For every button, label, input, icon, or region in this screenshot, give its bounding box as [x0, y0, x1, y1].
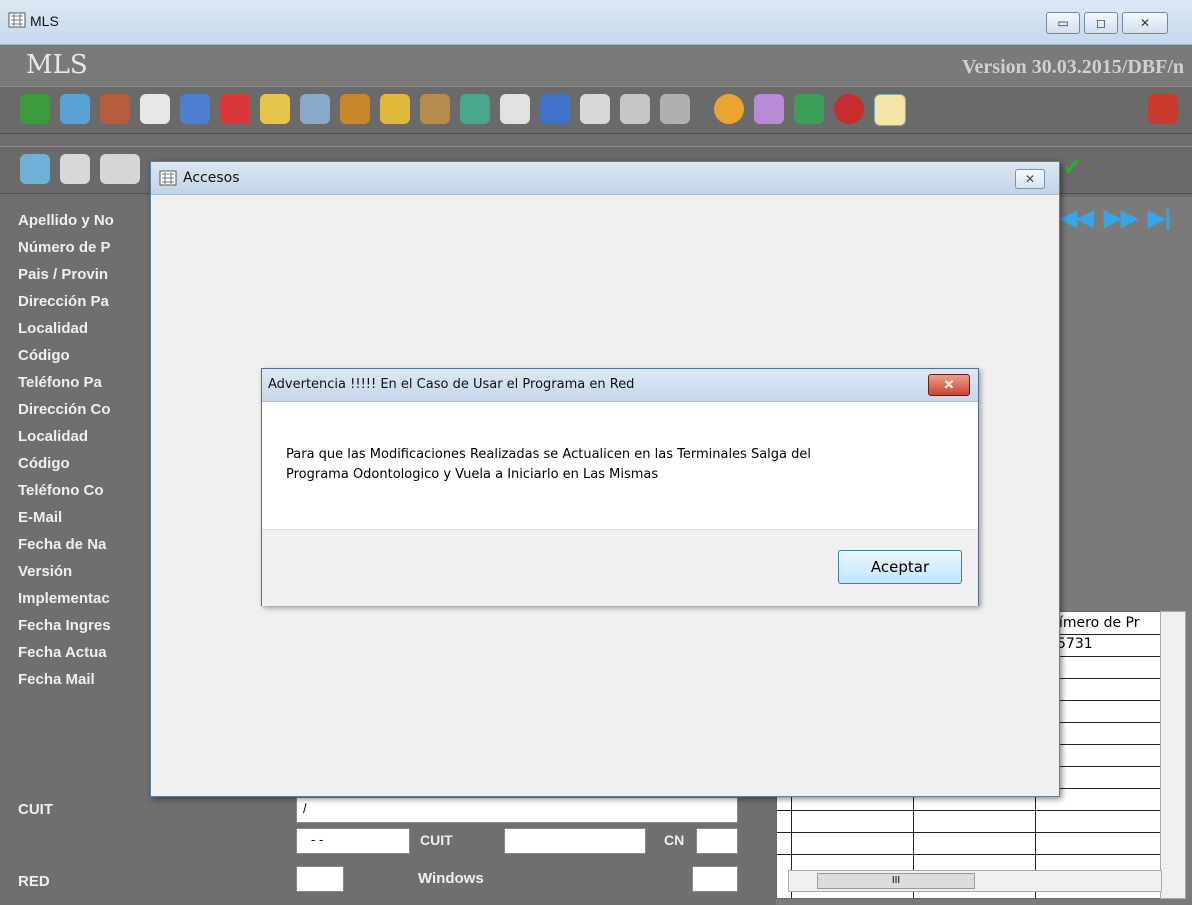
grid-header: ímero de Pr	[1059, 615, 1140, 631]
label-email: E-Mail	[18, 509, 63, 526]
notepad-icon[interactable]	[140, 94, 170, 124]
exit-person-icon[interactable]	[794, 94, 824, 124]
image-icon[interactable]	[460, 94, 490, 124]
cuit-input[interactable]: /	[296, 797, 738, 823]
tool-icon[interactable]	[420, 94, 450, 124]
grid-vertical-scrollbar[interactable]	[1160, 611, 1186, 899]
accesos-dialog: Accesos ✕ Advertencia !!!!! En el Caso d…	[150, 161, 1060, 797]
label-pais: Pais / Provin	[18, 266, 109, 283]
grid-line	[777, 832, 1161, 833]
label-apellido: Apellido y No	[18, 212, 114, 229]
apple-icon[interactable]	[834, 94, 864, 124]
maximize-button[interactable]: ◻	[1084, 12, 1118, 34]
cuit-value: /	[303, 801, 307, 816]
window-title: MLS	[30, 13, 59, 29]
check-icon[interactable]: ✔	[1062, 153, 1082, 182]
main-toolbar	[0, 86, 1192, 134]
warning-titlebar: Advertencia !!!!! En el Caso de Usar el …	[262, 369, 978, 402]
coin-icon[interactable]	[714, 94, 744, 124]
label-implementacion: Implementac	[18, 590, 110, 607]
label-direccion-co: Dirección Co	[18, 401, 111, 418]
accesos-close-button[interactable]: ✕	[1015, 169, 1045, 189]
aceptar-button[interactable]: Aceptar	[838, 550, 962, 584]
label-cuit: CUIT	[18, 801, 53, 818]
label-fecha-ingreso: Fecha Ingres	[18, 617, 111, 634]
cn-label: CN	[664, 832, 685, 848]
book-icon[interactable]	[220, 94, 250, 124]
grid-first-value: 5731	[1057, 636, 1093, 652]
search-icon[interactable]	[380, 94, 410, 124]
label-localidad-2: Localidad	[18, 428, 89, 445]
warning-message-line1: Para que las Modificaciones Realizadas s…	[286, 447, 812, 462]
key-icon[interactable]	[874, 94, 906, 126]
door-exit-icon[interactable]	[1148, 94, 1178, 124]
lab-icon[interactable]	[180, 94, 210, 124]
label-fecha-actualizacion: Fecha Actua	[18, 644, 107, 661]
label-numero: Número de P	[18, 239, 111, 256]
user-remove-icon[interactable]	[100, 94, 130, 124]
label-codigo: Código	[18, 347, 70, 364]
grid-line	[777, 810, 1161, 811]
calculator-icon[interactable]	[540, 94, 570, 124]
calendar-icon[interactable]	[580, 94, 610, 124]
accesos-title: Accesos	[183, 170, 240, 186]
label-codigo-2: Código	[18, 455, 70, 472]
windows-input[interactable]	[692, 866, 738, 892]
font-icon[interactable]	[300, 94, 330, 124]
implant-icon[interactable]	[620, 94, 650, 124]
eraser-icon[interactable]	[260, 94, 290, 124]
label-fecha-nac: Fecha de Na	[18, 536, 107, 553]
label-fecha-mail: Fecha Mail	[18, 671, 95, 688]
app-name: MLS	[26, 50, 88, 80]
grid-horizontal-scrollbar[interactable]: III	[788, 870, 1162, 892]
label-direccion-pa: Dirección Pa	[18, 293, 109, 310]
windows-label: Windows	[418, 870, 484, 887]
hscroll-thumb[interactable]: III	[817, 873, 975, 889]
eraser2-icon[interactable]	[754, 94, 784, 124]
dental-chair-icon[interactable]	[20, 154, 50, 184]
version-label: Version 30.03.2015/DBF/n	[961, 56, 1184, 78]
cuit-label-2: CUIT	[420, 832, 453, 848]
label-version: Versión	[18, 563, 73, 580]
label-telefono-pa: Teléfono Pa	[18, 374, 102, 391]
tube-icon[interactable]	[660, 94, 690, 124]
warning-dialog: Advertencia !!!!! En el Caso de Usar el …	[261, 368, 979, 606]
app-icon	[159, 170, 177, 186]
nav-next-button[interactable]: ▶▶	[1104, 205, 1138, 231]
close-button[interactable]: ✕	[1122, 12, 1168, 34]
accesos-titlebar: Accesos ✕	[151, 162, 1059, 195]
folder-icon[interactable]	[340, 94, 370, 124]
date-value: - -	[311, 832, 324, 847]
minimize-button[interactable]: ▭	[1046, 12, 1080, 34]
cuit-input-2[interactable]	[504, 828, 646, 854]
label-telefono-co: Teléfono Co	[18, 482, 104, 499]
eye-icon[interactable]	[500, 94, 530, 124]
label-red: RED	[18, 873, 50, 890]
tooth-icon[interactable]	[100, 154, 140, 184]
warning-message-line2: Programa Odontologico y Vuela a Iniciarl…	[286, 467, 659, 482]
cn-input[interactable]	[696, 828, 738, 854]
warning-close-button[interactable]: ✕	[928, 374, 970, 396]
warning-footer: Aceptar	[262, 529, 978, 606]
red-input[interactable]	[296, 866, 344, 892]
grid-line	[777, 854, 1161, 855]
warning-title: Advertencia !!!!! En el Caso de Usar el …	[268, 377, 635, 392]
label-localidad: Localidad	[18, 320, 89, 337]
accounting-icon[interactable]	[60, 94, 90, 124]
main-titlebar: MLS ▭ ◻ ✕	[0, 0, 1192, 45]
date-input[interactable]: - -	[296, 828, 410, 854]
nav-last-button[interactable]: ▶|	[1148, 205, 1171, 231]
money-icon[interactable]	[20, 94, 50, 124]
nav-prev-button[interactable]: ◀◀	[1060, 205, 1094, 231]
app-icon	[8, 12, 26, 28]
firstaid-icon[interactable]	[60, 154, 90, 184]
